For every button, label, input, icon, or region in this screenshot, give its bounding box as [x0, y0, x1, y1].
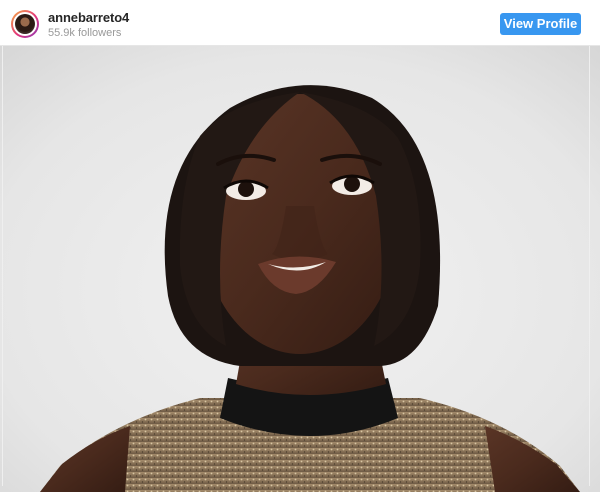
user-info: annebarreto4 55.9k followers [48, 10, 129, 40]
portrait-image [0, 46, 600, 492]
post-photo[interactable] [0, 46, 600, 492]
username[interactable]: annebarreto4 [48, 10, 129, 25]
view-profile-button[interactable]: View Profile [500, 13, 581, 35]
avatar-ring [13, 12, 37, 36]
post-header: annebarreto4 55.9k followers View Profil… [0, 0, 600, 46]
avatar-photo [15, 14, 35, 34]
follower-count: 55.9k followers [48, 27, 122, 39]
instagram-embed-card: annebarreto4 55.9k followers View Profil… [0, 0, 600, 492]
avatar[interactable] [11, 10, 39, 38]
